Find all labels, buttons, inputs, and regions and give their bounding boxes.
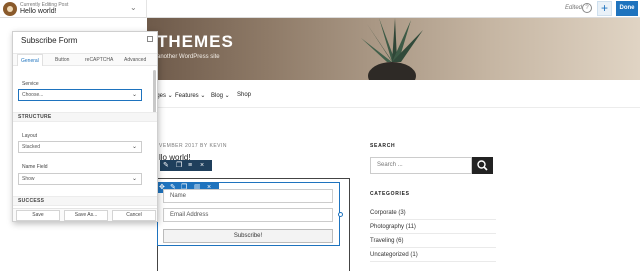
subscribe-form-settings-panel: Subscribe Form General Button reCAPTCHA …	[12, 31, 158, 222]
search-icon	[477, 160, 488, 171]
help-icon[interactable]: ?	[582, 3, 592, 13]
builder-logo-icon[interactable]	[3, 2, 17, 16]
search-widget-heading: SEARCH	[370, 143, 396, 149]
wrench-icon[interactable]: ✎	[163, 161, 169, 170]
duplicate-icon[interactable]: ❐	[176, 161, 182, 170]
tab-recaptcha[interactable]: reCAPTCHA	[85, 57, 113, 63]
add-content-button[interactable]: +	[597, 1, 612, 16]
cancel-button[interactable]: Cancel	[112, 210, 156, 221]
nav-item-shop[interactable]: Shop	[237, 92, 251, 98]
panel-title: Subscribe Form	[21, 36, 78, 45]
category-link[interactable]: Traveling (6)	[370, 234, 496, 248]
row-toolbar: ✎ ❐ ≡ ×	[160, 160, 212, 171]
chevron-down-icon: ⌄	[131, 176, 137, 182]
site-title[interactable]: THEMES	[157, 32, 234, 52]
name-field-value: Show	[22, 176, 35, 182]
panel-scrollbar[interactable]	[153, 70, 156, 118]
chevron-down-icon: ⌄	[131, 144, 137, 150]
done-button[interactable]: Done	[616, 1, 638, 16]
name-field-select[interactable]: Show ⌄	[18, 173, 142, 185]
menu-icon[interactable]: ≡	[188, 161, 192, 170]
category-link[interactable]: Uncategorized (1)	[370, 248, 496, 262]
service-select[interactable]: Choose... ⌄	[18, 89, 142, 101]
nav-label: Blog	[211, 93, 224, 99]
tab-button[interactable]: Button	[55, 57, 69, 63]
plant-image	[361, 18, 423, 80]
structure-section-heading: STRUCTURE	[13, 112, 157, 122]
save-as-button[interactable]: Save As...	[64, 210, 108, 221]
chevron-down-icon[interactable]: ⌄	[130, 3, 137, 12]
expand-icon[interactable]	[147, 36, 153, 42]
panel-footer: Save Save As... Cancel	[13, 208, 157, 221]
post-meta: VEMBER 2017 BY KEVIN	[159, 143, 227, 149]
save-button[interactable]: Save	[16, 210, 60, 221]
name-field[interactable]: Name	[163, 189, 333, 203]
divider	[146, 0, 147, 18]
category-link[interactable]: Corporate (3)	[370, 206, 496, 220]
success-section-heading: SUCCESS	[13, 196, 157, 206]
builder-topbar: Currently Editing Post Hello world! ⌄ Ed…	[0, 0, 640, 18]
email-field[interactable]: Email Address	[163, 208, 333, 222]
nav-label: Shop	[237, 92, 252, 98]
panel-tabs: General Button reCAPTCHA Advanced	[13, 53, 157, 66]
tab-general[interactable]: General	[17, 54, 43, 66]
name-field-label: Name Field	[22, 164, 48, 170]
layout-label: Layout	[22, 133, 38, 139]
site-tagline: another WordPress site	[157, 54, 220, 60]
service-label: Service	[22, 81, 39, 87]
search-button[interactable]	[472, 157, 493, 174]
resize-handle[interactable]	[338, 212, 343, 217]
nav-divider	[147, 107, 640, 108]
edited-status: Edited	[565, 5, 583, 11]
layout-value: Stacked	[22, 144, 41, 150]
tab-advanced[interactable]: Advanced	[124, 57, 146, 63]
chevron-down-icon: ⌄	[131, 92, 137, 98]
main-nav: Pages ⌄ Features ⌄ Blog ⌄ Shop	[147, 88, 640, 108]
layout-select[interactable]: Stacked ⌄	[18, 141, 142, 153]
service-value: Choose...	[22, 92, 44, 98]
category-link[interactable]: Photography (11)	[370, 220, 496, 234]
nav-item-features[interactable]: Features ⌄	[175, 92, 205, 99]
hero-header: THEMES another WordPress site	[147, 18, 640, 80]
nav-label: Features	[175, 93, 199, 99]
close-icon[interactable]: ×	[200, 161, 204, 170]
search-input[interactable]: Search ...	[370, 157, 472, 174]
categories-widget-heading: CATEGORIES	[370, 191, 410, 197]
nav-item-blog[interactable]: Blog ⌄	[211, 92, 230, 99]
page-name[interactable]: Hello world!	[20, 8, 57, 15]
subscribe-button[interactable]: Subscribe!	[163, 229, 333, 243]
